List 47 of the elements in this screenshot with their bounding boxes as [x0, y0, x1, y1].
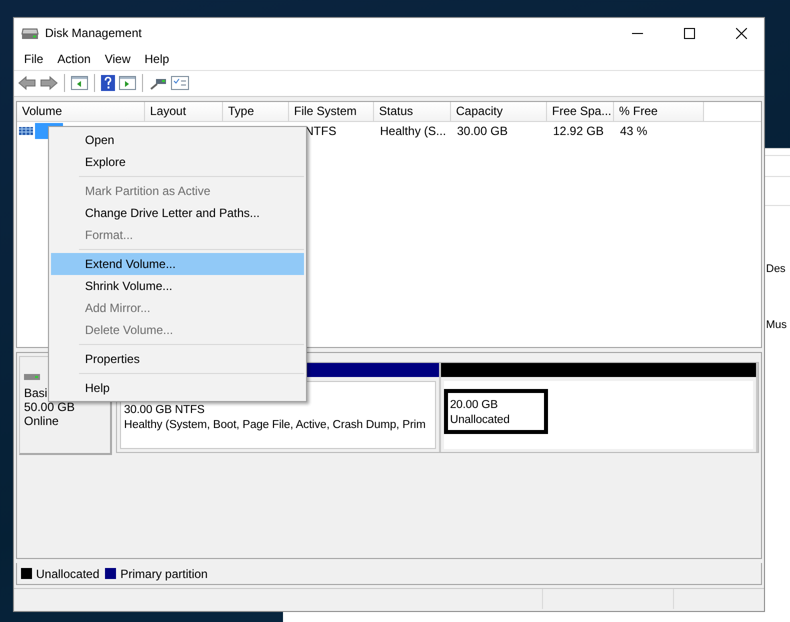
table-cell: 30.00 GB — [457, 124, 508, 138]
maximize-icon — [684, 28, 694, 38]
partition-text: Unallocated — [450, 412, 511, 428]
partition-block[interactable]: 20.00 GB Unallocated — [444, 380, 753, 449]
column-header[interactable]: % Free — [614, 102, 704, 121]
help-icon[interactable] — [101, 75, 115, 92]
menu-item[interactable]: Shrink Volume... — [51, 274, 304, 297]
menu-item[interactable]: Properties — [51, 348, 304, 370]
panel-icon[interactable] — [71, 76, 88, 90]
partition-text: 20.00 GB — [450, 398, 499, 413]
column-header[interactable]: File System — [289, 102, 374, 121]
menu-bar-item[interactable]: Help — [138, 52, 176, 66]
side-panel-text: Des — [766, 263, 786, 275]
column-header[interactable]: Volume — [17, 102, 145, 121]
panel-icon[interactable] — [119, 76, 136, 90]
table-cell: 43 % — [620, 124, 648, 138]
disk-info-text: Basi — [24, 386, 48, 400]
side-panel-text: Mus — [766, 319, 787, 331]
disk-info-text: Online — [24, 414, 59, 428]
column-header[interactable]: Free Spa... — [547, 102, 614, 121]
window-title: Disk Management — [45, 26, 143, 40]
menu-bar-item[interactable]: Action — [50, 52, 98, 66]
connect-icon[interactable] — [149, 76, 167, 90]
column-header[interactable]: Type — [223, 102, 289, 121]
column-header[interactable]: Capacity — [451, 102, 547, 121]
column-header[interactable]: Layout — [145, 102, 223, 121]
menu-bar-item[interactable]: View — [98, 52, 138, 66]
menu-item[interactable]: Open — [51, 128, 304, 151]
forward-arrow-icon[interactable] — [40, 76, 58, 90]
legend-label: Primary partition — [120, 566, 208, 581]
disk-info-text: 50.00 GB — [24, 400, 75, 414]
column-header[interactable]: Status — [374, 102, 451, 121]
volume-icon — [19, 126, 33, 135]
close-icon — [736, 28, 746, 38]
partition-text: Healthy (System, Boot, Page File, Active, Crash Dump, Prim — [124, 418, 427, 433]
back-arrow-icon[interactable] — [18, 76, 36, 90]
menu-item[interactable]: Change Drive Letter and Paths... — [51, 202, 304, 224]
menu-bar-item[interactable]: File — [17, 52, 50, 66]
table-cell: 12.92 GB — [553, 124, 604, 138]
drive-icon — [21, 26, 39, 40]
table-cell: Healthy (S... — [380, 124, 446, 138]
drive-icon — [24, 374, 40, 380]
legend-label: Unallocated — [36, 566, 100, 581]
menu-item[interactable]: Extend Volume... — [51, 252, 304, 275]
checklist-icon[interactable] — [171, 76, 189, 90]
menu-item[interactable]: Explore — [51, 150, 304, 173]
partition-text: 30.00 GB NTFS — [124, 402, 206, 418]
